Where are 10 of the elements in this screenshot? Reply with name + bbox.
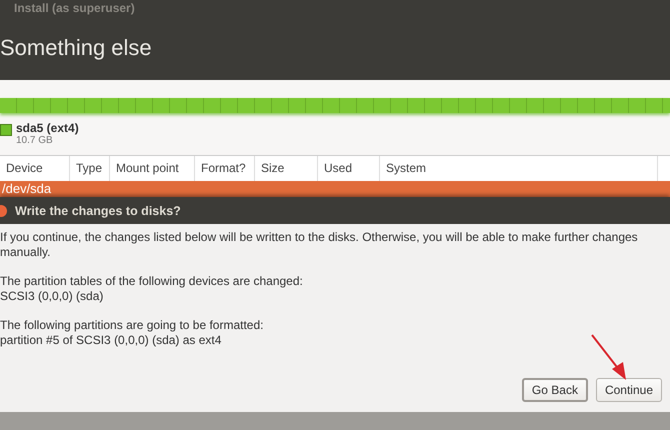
dialog-title: Write the changes to disks? [15,204,181,218]
partition-size: 10.7 GB [16,134,53,146]
dialog-button[interactable]: Continue [596,378,662,402]
page-heading: Something else [0,35,152,61]
dialog-text: If you continue, the changes listed below will be written to the disks. Otherwise, you will be able to make further changes manually. [0,230,639,260]
dialog-text: The partition tables of the following devices are changed: SCSI3 (0,0,0) (sda) [0,274,303,304]
dialog-button[interactable]: Go Back [522,378,588,402]
dialog-text: The following partitions are going to be formatted: partition #5 of SCSI3 (0,0,0) (sda) as ext4 [0,318,264,348]
partition-name: sda5 (ext4) [16,120,79,135]
window-title: Install (as superuser) [13,1,135,17]
